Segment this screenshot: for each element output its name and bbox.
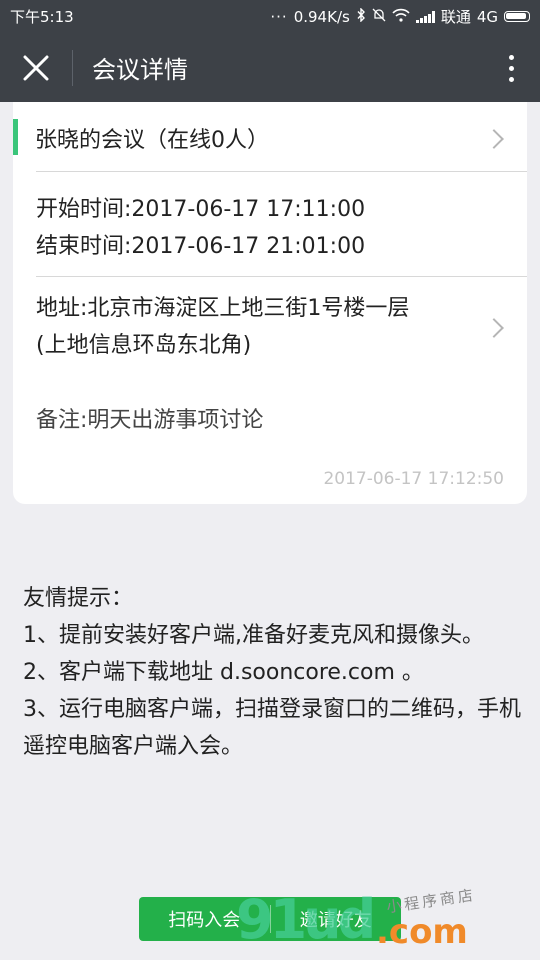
- app-header: 下午5:13 ··· 0.94K/s 联通 4G 会议详情: [0, 0, 540, 102]
- more-menu-button[interactable]: [500, 46, 522, 90]
- status-time: 下午5:13: [10, 8, 74, 26]
- signal-icon: [415, 10, 435, 23]
- meeting-note: 备注:明天出游事项讨论: [36, 408, 264, 433]
- bluetooth-icon: [356, 6, 366, 26]
- close-icon: [23, 55, 49, 81]
- meeting-title-row[interactable]: 张晓的会议（在线0人）: [13, 116, 527, 160]
- tip-item: 2、客户端下载地址 d.sooncore.com 。: [23, 660, 424, 685]
- status-bar: 下午5:13 ··· 0.94K/s 联通 4G: [0, 0, 540, 32]
- status-icons: ··· 0.94K/s 联通 4G: [270, 6, 530, 27]
- mute-bell-icon: [372, 8, 386, 26]
- scan-join-button[interactable]: 扫码入会: [139, 897, 270, 941]
- address-line-2: (上地信息环岛东北角): [36, 333, 252, 358]
- invite-friends-button[interactable]: 邀请好友: [271, 897, 402, 941]
- wifi-icon: [392, 8, 410, 26]
- divider: [36, 276, 527, 277]
- tips-heading: 友情提示：: [23, 586, 134, 611]
- tip-item: 1、提前安装好客户端,准备好麦克风和摄像头。: [23, 623, 484, 648]
- nav-divider: [72, 50, 73, 86]
- network-speed: 0.94K/s: [293, 7, 350, 26]
- chevron-right-icon: [484, 318, 504, 338]
- more-vert-icon: [508, 54, 514, 60]
- address-row[interactable]: 地址:北京市海淀区上地三街1号楼一层 (上地信息环岛东北角): [36, 290, 476, 364]
- created-timestamp: 2017-06-17 17:12:50: [323, 469, 504, 489]
- meeting-card: 张晓的会议（在线0人） 开始时间:2017-06-17 17:11:00 结束时…: [13, 102, 527, 504]
- tips-section: 友情提示： 1、提前安装好客户端,准备好麦克风和摄像头。 2、客户端下载地址 d…: [23, 580, 523, 765]
- divider: [36, 171, 527, 172]
- page-title: 会议详情: [92, 56, 188, 84]
- network-type: 4G: [476, 7, 498, 26]
- accent-bar: [13, 119, 18, 155]
- bottom-action-bar: 扫码入会 邀请好友: [139, 897, 401, 941]
- start-time: 开始时间:2017-06-17 17:11:00: [36, 197, 366, 222]
- nav-bar: 会议详情: [0, 32, 540, 102]
- address-line-1: 地址:北京市海淀区上地三街1号楼一层: [36, 296, 410, 321]
- end-time: 结束时间:2017-06-17 21:01:00: [36, 234, 366, 259]
- notification-dots: ···: [270, 7, 288, 26]
- battery-icon: [504, 11, 530, 22]
- carrier-name: 联通: [440, 8, 471, 26]
- chevron-right-icon: [484, 129, 504, 149]
- tip-item: 3、运行电脑客户端，扫描登录窗口的二维码，手机遥控电脑客户端入会。: [23, 697, 521, 759]
- meeting-title: 张晓的会议（在线0人）: [35, 128, 269, 153]
- close-button[interactable]: [14, 46, 58, 90]
